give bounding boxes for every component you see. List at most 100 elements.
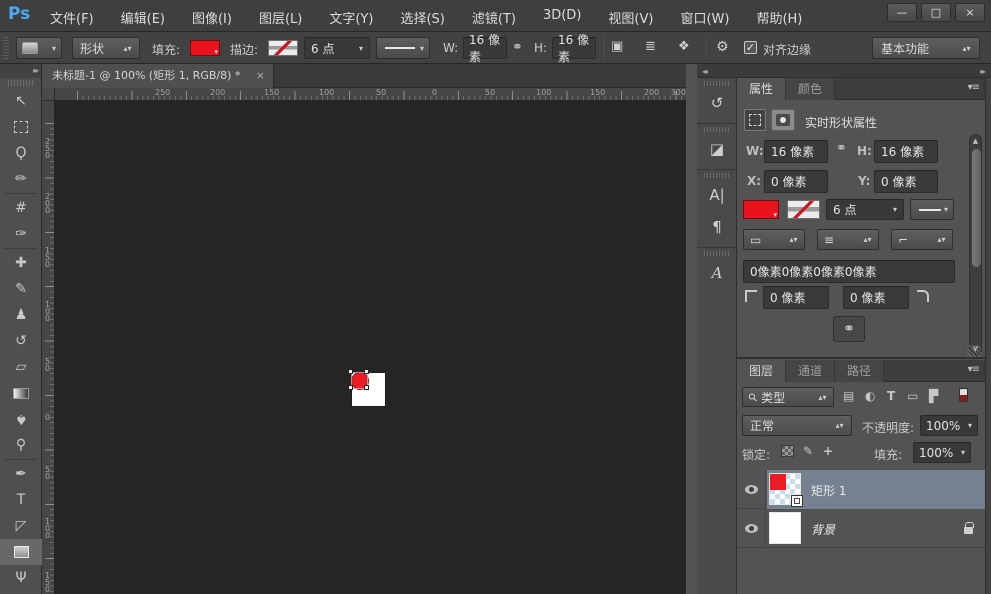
- transform-handle[interactable]: [348, 369, 353, 374]
- panel-menu-icon[interactable]: ▾≡: [968, 364, 979, 375]
- opacity-select[interactable]: 100% ▾: [920, 415, 978, 436]
- tool-mode-select[interactable]: 形状 ▴▾: [72, 37, 140, 59]
- tab-layers[interactable]: 图层: [737, 360, 786, 382]
- menu-3d[interactable]: 3D(D): [543, 8, 581, 27]
- layer-thumbnail[interactable]: [770, 474, 800, 504]
- styles-panel-icon[interactable]: ◪: [697, 133, 737, 165]
- document-tab[interactable]: 未标题-1 @ 100% (矩形 1, RGB/8) * ×: [42, 64, 274, 88]
- eye-icon[interactable]: [745, 485, 758, 494]
- prop-stroke-width-select[interactable]: 6 点 ▾: [826, 199, 904, 220]
- menu-help[interactable]: 帮助(H): [756, 8, 802, 27]
- canvas[interactable]: [55, 101, 686, 594]
- menu-view[interactable]: 视图(V): [608, 8, 653, 27]
- horizontal-ruler[interactable]: 250 200 150 100 50 0 50 100 150 200 250 …: [55, 88, 686, 101]
- crop-tool[interactable]: #: [0, 195, 42, 221]
- menu-select[interactable]: 选择(S): [400, 8, 444, 27]
- align-edges-checkbox[interactable]: ✓: [744, 41, 757, 54]
- path-operations-icon[interactable]: ▣: [611, 39, 623, 54]
- prop-w-field[interactable]: 16 像素: [764, 140, 828, 163]
- path-arrangement-icon[interactable]: ❖: [678, 39, 690, 54]
- menu-window[interactable]: 窗口(W): [680, 8, 729, 27]
- mask-properties-icon[interactable]: [771, 109, 795, 131]
- expand-panels-icon[interactable]: ▸▸: [980, 67, 984, 76]
- layer-name[interactable]: 背景: [811, 521, 835, 538]
- corner-radius-right-field[interactable]: 0 像素: [843, 286, 909, 309]
- menu-file[interactable]: 文件(F): [50, 8, 94, 27]
- maximize-button[interactable]: □: [921, 3, 951, 22]
- live-shape-icon[interactable]: [744, 109, 766, 131]
- layer-row-background[interactable]: 背景: [737, 509, 985, 548]
- eraser-tool[interactable]: ▱: [0, 354, 42, 380]
- prop-fill-swatch[interactable]: ▾: [743, 200, 779, 219]
- prop-y-field[interactable]: 0 像素: [874, 170, 938, 193]
- panel-grip[interactable]: [704, 127, 729, 132]
- filter-image-icon[interactable]: ▤: [843, 389, 854, 403]
- prop-stroke-swatch[interactable]: ▾: [787, 200, 820, 219]
- panel-grip[interactable]: [704, 81, 729, 86]
- stroke-swatch[interactable]: ▾: [268, 40, 298, 56]
- tab-close-icon[interactable]: ×: [256, 64, 265, 88]
- rectangle-tool[interactable]: [0, 539, 42, 565]
- transform-handle[interactable]: [364, 369, 369, 374]
- brush-tool[interactable]: ✎: [0, 276, 42, 302]
- lock-pixels-icon[interactable]: ✎: [803, 444, 813, 458]
- menu-layer[interactable]: 图层(L): [259, 8, 302, 27]
- rectangular-marquee-tool[interactable]: [0, 114, 42, 140]
- corner-radius-left-field[interactable]: 0 像素: [763, 286, 829, 309]
- lock-position-icon[interactable]: +: [823, 444, 833, 458]
- shape-w-field[interactable]: 16 像素: [463, 37, 507, 59]
- tab-channels[interactable]: 通道: [786, 360, 835, 382]
- tab-properties[interactable]: 属性: [737, 78, 786, 100]
- filter-toggle-icon[interactable]: [959, 388, 968, 402]
- tab-color[interactable]: 颜色: [786, 78, 835, 100]
- filter-shape-icon[interactable]: ▭: [907, 389, 918, 403]
- quick-selection-tool[interactable]: ✏: [0, 166, 42, 192]
- stroke-caps-select[interactable]: ≡ ▴▾: [817, 229, 879, 250]
- gradient-tool[interactable]: [0, 380, 42, 406]
- collapse-panels-icon[interactable]: ◂◂: [702, 67, 706, 76]
- options-grip[interactable]: [3, 37, 9, 59]
- transform-handle[interactable]: [364, 385, 369, 390]
- layer-thumbnail[interactable]: [770, 513, 800, 543]
- type-tool[interactable]: T: [0, 487, 42, 513]
- paragraph-panel-icon[interactable]: ¶: [697, 211, 737, 243]
- pen-tool[interactable]: ✒: [0, 461, 42, 487]
- fill-swatch[interactable]: ▾: [190, 40, 220, 56]
- link-radii-button[interactable]: ⚭: [833, 316, 865, 342]
- scroll-up-icon[interactable]: ▲: [970, 137, 981, 145]
- history-brush-tool[interactable]: ↺: [0, 328, 42, 354]
- eye-icon[interactable]: [745, 524, 758, 533]
- layer-fill-select[interactable]: 100% ▾: [913, 442, 971, 463]
- link-dimensions-icon[interactable]: ⚭: [512, 40, 523, 55]
- stroke-corners-select[interactable]: ⌐ ▴▾: [891, 229, 953, 250]
- transform-handle[interactable]: [348, 385, 353, 390]
- dodge-tool[interactable]: ⚲: [0, 432, 42, 458]
- close-button[interactable]: ×: [955, 3, 985, 22]
- vertical-ruler[interactable]: 250 200 150 100 50 0 50 100 150: [42, 101, 55, 594]
- ruler-origin-corner[interactable]: [42, 88, 55, 101]
- menu-edit[interactable]: 编辑(E): [121, 8, 165, 27]
- blur-tool[interactable]: ♠: [0, 406, 42, 432]
- minimize-button[interactable]: —: [887, 3, 917, 22]
- scrollbar-thumb[interactable]: [972, 149, 981, 267]
- prop-stroke-type-select[interactable]: ▾: [910, 199, 954, 220]
- panel-grip[interactable]: [704, 251, 729, 256]
- shape-h-field[interactable]: 16 像素: [552, 37, 596, 59]
- move-tool[interactable]: ↖: [0, 88, 42, 114]
- tab-paths[interactable]: 路径: [835, 360, 884, 382]
- path-selection-tool[interactable]: ◸: [0, 513, 42, 539]
- toolbar-collapse-icon[interactable]: ▸▸: [0, 64, 41, 78]
- hand-tool[interactable]: Ψ: [0, 565, 42, 591]
- filter-type-icon[interactable]: T: [887, 389, 895, 403]
- menu-image[interactable]: 图像(I): [192, 8, 232, 27]
- layer-row-rectangle1[interactable]: 矩形 1: [737, 470, 985, 509]
- lock-transparency-icon[interactable]: [781, 445, 794, 457]
- history-panel-icon[interactable]: ↺: [697, 87, 737, 119]
- document-canvas[interactable]: [352, 373, 385, 406]
- menu-filter[interactable]: 滤镜(T): [472, 8, 516, 27]
- layer-name[interactable]: 矩形 1: [811, 482, 846, 499]
- panel-resize-grip[interactable]: [967, 345, 981, 357]
- prop-x-field[interactable]: 0 像素: [764, 170, 828, 193]
- tool-preset-picker[interactable]: ▾: [16, 37, 62, 59]
- filter-smartobject-icon[interactable]: ▛: [929, 389, 938, 403]
